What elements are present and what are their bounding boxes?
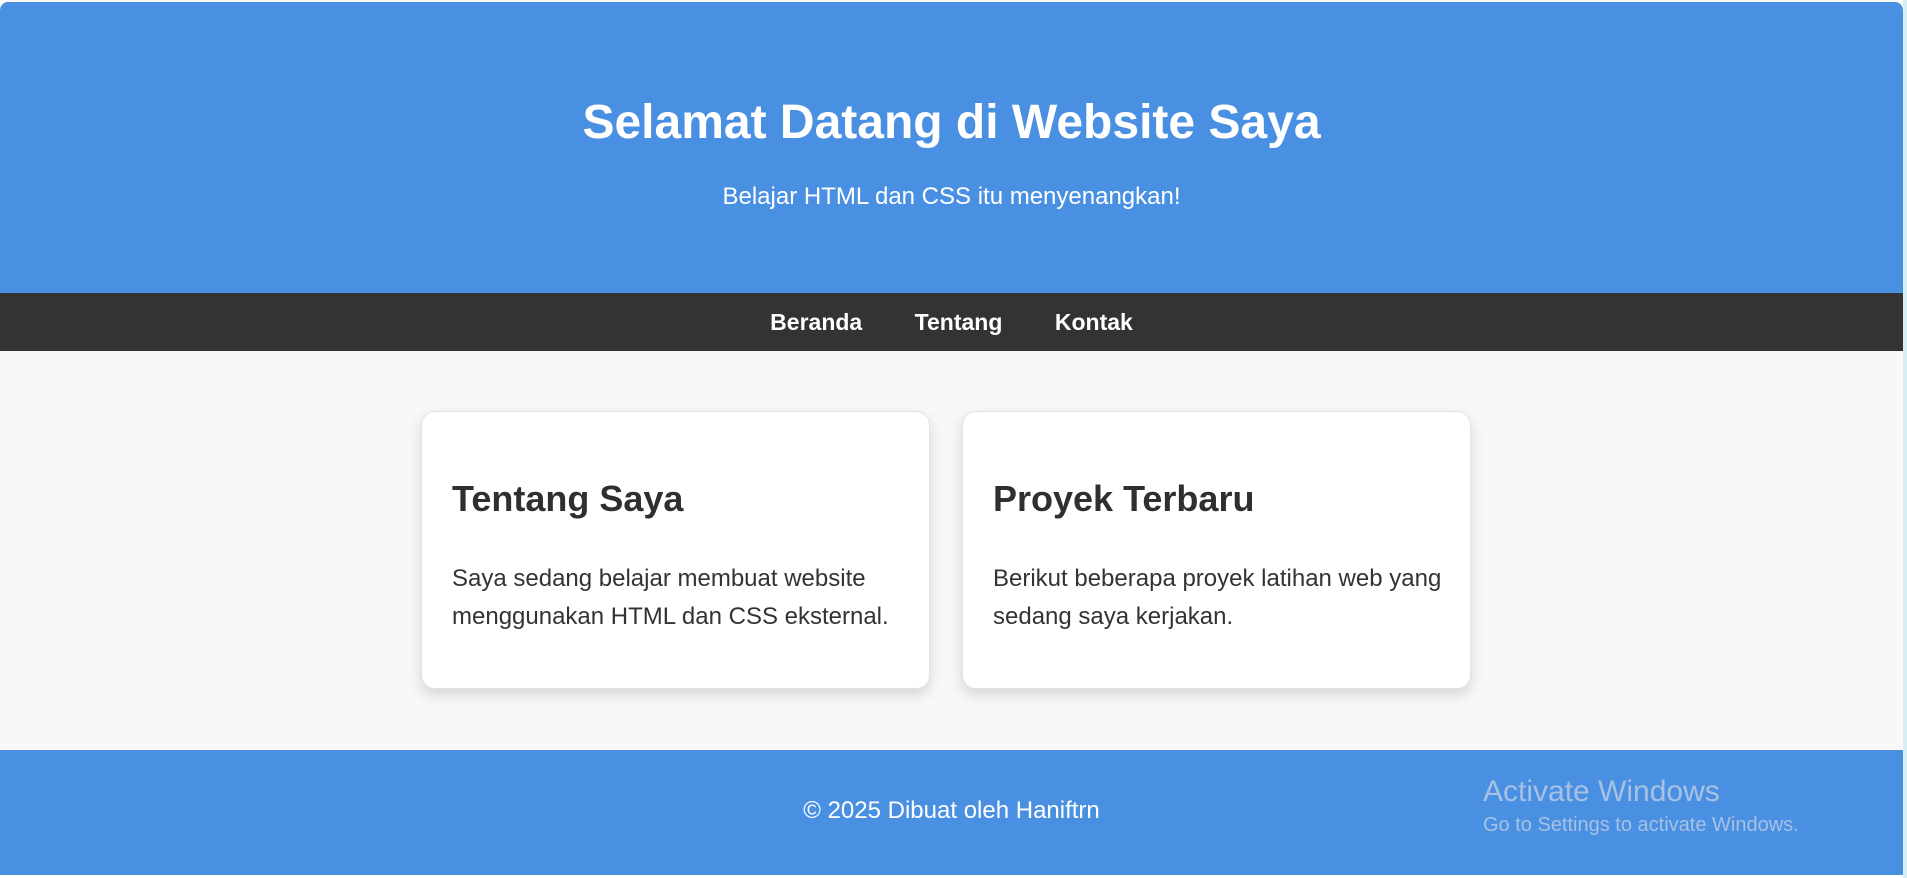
projects-card-text: Berikut beberapa proyek latihan web yang… [993, 565, 1442, 630]
nav-link-kontak[interactable]: Kontak [1055, 293, 1133, 351]
about-card-text: Saya sedang belajar membuat website meng… [452, 565, 889, 630]
browser-viewport: Selamat Datang di Website Saya Belajar H… [0, 0, 1903, 875]
watermark-title: Activate Windows [1483, 775, 1720, 808]
projects-card-title: Proyek Terbaru [993, 478, 1255, 519]
page-subtitle: Belajar HTML dan CSS itu menyenangkan! [722, 183, 1181, 210]
about-card: Tentang Saya Saya sedang belajar membuat… [421, 411, 930, 689]
about-card-title: Tentang Saya [452, 478, 684, 519]
projects-card: Proyek Terbaru Berikut beberapa proyek l… [962, 411, 1471, 689]
watermark-subtitle: Go to Settings to activate Windows. [1483, 814, 1799, 836]
nav-link-tentang[interactable]: Tentang [915, 293, 1003, 351]
main-navigation: Beranda Tentang Kontak [0, 293, 1903, 351]
window-edge [1903, 0, 1907, 878]
page-header: Selamat Datang di Website Saya Belajar H… [0, 2, 1903, 293]
page-title: Selamat Datang di Website Saya [582, 96, 1321, 149]
nav-link-beranda[interactable]: Beranda [770, 293, 862, 351]
windows-activation-watermark: Activate Windows Go to Settings to activ… [1483, 772, 1799, 838]
